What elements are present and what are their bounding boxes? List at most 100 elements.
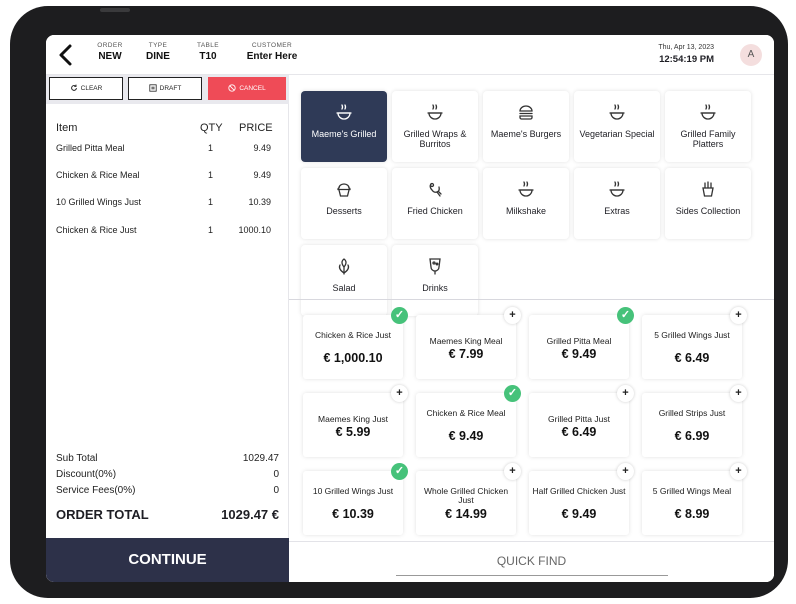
plus-icon[interactable]: + — [391, 385, 408, 402]
datetime: Thu, Apr 13, 2023 12:54:19 PM — [658, 44, 714, 65]
order-item-name: Chicken & Rice Meal — [56, 170, 140, 180]
plus-icon[interactable]: + — [730, 307, 747, 324]
table-label: TABLE — [196, 42, 220, 49]
category-label: Desserts — [326, 206, 362, 216]
table-value: T10 — [199, 51, 217, 62]
continue-button[interactable]: CONTINUE — [46, 538, 289, 582]
quick-find-underline — [396, 575, 668, 576]
plus-icon[interactable]: + — [617, 463, 634, 480]
order-value: NEW — [98, 51, 122, 62]
order-row[interactable]: Grilled Pitta Meal 1 9.49 — [46, 143, 289, 159]
plus-icon[interactable]: + — [730, 463, 747, 480]
category-label: Fried Chicken — [407, 206, 463, 216]
quick-find-bar[interactable]: QUICK FIND — [289, 541, 774, 582]
order-row[interactable]: Chicken & Rice Meal 1 9.49 — [46, 170, 289, 186]
category-tile[interactable]: Drinks — [392, 245, 478, 316]
order-total-value: 1029.47 € — [221, 507, 279, 522]
date-text: Thu, Apr 13, 2023 — [658, 44, 714, 51]
order-item-price: 10.39 — [248, 197, 271, 207]
menu-item-card[interactable]: Grilled Pitta Just € 6.49 + — [529, 385, 634, 457]
category-tile[interactable]: Maeme's Burgers — [483, 91, 569, 162]
menu-panel: Maeme's Grilled Grilled Wraps & Burritos M… — [289, 75, 774, 582]
order-item-qty: 1 — [208, 225, 214, 235]
action-bar: CLEAR DRAFT CANCEL — [46, 75, 289, 104]
discount-value: 0 — [273, 469, 279, 480]
menu-item-name: Chicken & Rice Meal — [426, 408, 506, 418]
plus-icon[interactable]: + — [617, 385, 634, 402]
burger-icon — [519, 105, 533, 120]
menu-item-card[interactable]: Grilled Pitta Meal € 9.49 ✓ — [529, 307, 634, 379]
category-tile[interactable]: Vegetarian Special — [574, 91, 660, 162]
category-tile[interactable]: Sides Collection — [665, 168, 751, 239]
category-label: Grilled Family Platters — [680, 129, 736, 149]
category-tile[interactable]: Salad — [301, 245, 387, 316]
menu-item-card[interactable]: Maemes King Meal € 7.99 + — [416, 307, 521, 379]
clear-button[interactable]: CLEAR — [49, 77, 123, 100]
category-tile[interactable]: Extras — [574, 168, 660, 239]
column-qty: QTY — [200, 122, 223, 134]
menu-item-price: € 9.49 — [561, 507, 597, 521]
grill-icon — [518, 181, 534, 197]
grill-icon — [336, 104, 352, 120]
refresh-icon — [70, 84, 77, 92]
grill-icon — [609, 181, 625, 197]
draft-button[interactable]: DRAFT — [128, 77, 202, 100]
device-button — [100, 8, 130, 12]
category-tile[interactable]: Desserts — [301, 168, 387, 239]
draft-icon — [149, 84, 157, 92]
category-label: Grilled Wraps & Burritos — [403, 129, 467, 149]
menu-item-card[interactable]: Half Grilled Chicken Just € 9.49 + — [529, 463, 634, 535]
time-text: 12:54:19 PM — [659, 54, 714, 65]
category-tile[interactable]: Fried Chicken — [392, 168, 478, 239]
category-label: Salad — [332, 283, 356, 293]
category-tile[interactable]: Grilled Wraps & Burritos — [392, 91, 478, 162]
column-price: PRICE — [239, 122, 273, 134]
menu-item-price: € 9.49 — [448, 429, 484, 443]
category-tile[interactable]: Maeme's Grilled — [301, 91, 387, 162]
customer-field[interactable]: CUSTOMER Enter Here — [238, 42, 306, 62]
column-item: Item — [56, 122, 78, 134]
plus-icon[interactable]: + — [730, 385, 747, 402]
order-item-price: 1000.10 — [238, 225, 271, 235]
menu-item-price: € 6.49 — [674, 351, 710, 365]
order-row[interactable]: 10 Grilled Wings Just 1 10.39 — [46, 197, 289, 213]
cancel-button[interactable]: CANCEL — [208, 77, 286, 100]
menu-item-card[interactable]: 10 Grilled Wings Just € 10.39 ✓ — [303, 463, 408, 535]
order-label: ORDER — [97, 42, 123, 49]
plus-icon[interactable]: + — [504, 463, 521, 480]
menu-item-name: Grilled Pitta Meal — [546, 336, 612, 346]
check-icon: ✓ — [391, 463, 408, 480]
category-tile[interactable]: Grilled Family Platters — [665, 91, 751, 162]
menu-item-name: Chicken & Rice Just — [314, 330, 392, 340]
order-row[interactable]: Chicken & Rice Just 1 1000.10 — [46, 225, 289, 241]
menu-item-price: € 5.99 — [335, 425, 371, 439]
quick-find-label: QUICK FIND — [496, 554, 567, 568]
menu-item-name: Whole Grilled Chicken Just — [423, 486, 509, 505]
menu-item-card[interactable]: 5 Grilled Wings Just € 6.49 + — [642, 307, 747, 379]
order-item-qty: 1 — [208, 143, 214, 153]
back-arrow-icon[interactable] — [56, 43, 76, 67]
order-item-name: Chicken & Rice Just — [56, 225, 137, 235]
menu-item-card[interactable]: Grilled Strips Just € 6.99 + — [642, 385, 747, 457]
avatar[interactable]: A — [740, 44, 762, 66]
menu-item-card[interactable]: Chicken & Rice Meal € 9.49 ✓ — [416, 385, 521, 457]
menu-item-card[interactable]: Maemes King Just € 5.99 + — [303, 385, 408, 457]
check-icon: ✓ — [617, 307, 634, 324]
menu-item-price: € 6.99 — [674, 429, 710, 443]
menu-item-card[interactable]: Chicken & Rice Just € 1,000.10 ✓ — [303, 307, 408, 379]
type-value: DINE — [146, 51, 170, 62]
menu-item-card[interactable]: 5 Grilled Wings Meal € 8.99 + — [642, 463, 747, 535]
category-label: Maeme's Grilled — [311, 129, 377, 139]
divider — [289, 299, 774, 300]
plus-icon[interactable]: + — [504, 307, 521, 324]
table-field[interactable]: TABLE T10 — [188, 42, 228, 62]
order-total-label: ORDER TOTAL — [56, 507, 149, 522]
grill-icon — [427, 104, 443, 120]
menu-item-card[interactable]: Whole Grilled Chicken Just € 14.99 + — [416, 463, 521, 535]
category-label: Maeme's Burgers — [490, 129, 562, 139]
subtotal-label: Sub Total — [56, 453, 98, 464]
type-field[interactable]: TYPE DINE — [138, 42, 178, 62]
category-label: Extras — [604, 206, 630, 216]
menu-item-name: 5 Grilled Wings Meal — [652, 486, 732, 496]
category-tile[interactable]: Milkshake — [483, 168, 569, 239]
